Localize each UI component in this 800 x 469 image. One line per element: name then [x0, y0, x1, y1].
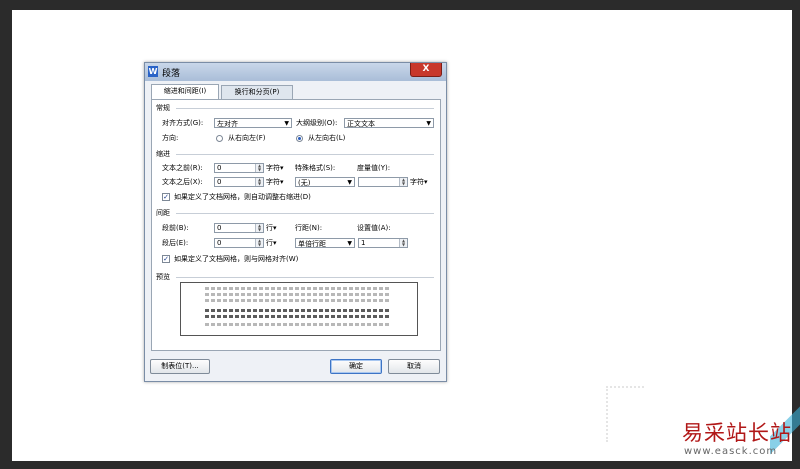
indent-after-unit[interactable]: 字符▾: [266, 177, 284, 187]
outline-label: 大纲级别(O):: [296, 119, 338, 127]
dropdown-arrow-icon: ▼: [284, 120, 289, 127]
watermark-site-name: 易采站长站: [682, 421, 792, 445]
tab-line-page-break[interactable]: 换行和分页(P): [221, 85, 293, 99]
indent-before-input[interactable]: 0 ▲ ▼: [214, 163, 264, 173]
indent-before-label: 文本之前(R):: [162, 164, 203, 172]
outline-select[interactable]: 正文文本 ▼: [344, 118, 434, 128]
divider: [176, 213, 434, 214]
ltr-radio[interactable]: [296, 135, 303, 142]
spinner-arrows-icon[interactable]: ▲ ▼: [255, 164, 263, 172]
line-spacing-value: 单倍行距: [298, 240, 326, 248]
dialog-title: 段落: [162, 69, 181, 79]
tab-stops-button[interactable]: 制表位(T)...: [150, 359, 210, 374]
cancel-button[interactable]: 取消: [388, 359, 440, 374]
space-after-label: 段后(E):: [162, 239, 189, 247]
watermark-url: www.easck.com: [684, 446, 778, 457]
preview-box: [180, 282, 418, 336]
indent-after-value: 0: [217, 178, 222, 186]
dropdown-arrow-icon: ▼: [347, 240, 352, 247]
paragraph-dialog: W 段落 X 缩进和间距(I) 换行和分页(P) 常规 对齐方式(G): 左对齐…: [144, 62, 447, 382]
screen-border-bottom: [0, 461, 800, 469]
space-before-label: 段前(B):: [162, 224, 189, 232]
measure-unit[interactable]: 字符▾: [410, 177, 428, 187]
spinner-arrows-icon[interactable]: ▲ ▼: [399, 239, 407, 247]
screen-border-left: [0, 0, 12, 469]
preview-text-line: [205, 287, 391, 290]
set-value-label: 设置值(A):: [357, 224, 391, 232]
indent-after-label: 文本之后(X):: [162, 178, 203, 186]
direction-label: 方向:: [162, 134, 179, 142]
snap-grid-checkbox[interactable]: ✓: [162, 255, 170, 263]
spinner-arrows-icon[interactable]: ▲ ▼: [255, 224, 263, 232]
watermark-glyph-icon: [606, 386, 644, 442]
preview-group-label: 预览: [156, 273, 170, 281]
space-before-value: 0: [217, 224, 222, 232]
screen-border-top: [0, 0, 800, 10]
screen-border-right: [792, 0, 800, 469]
tab-indent-spacing[interactable]: 缩进和间距(I): [151, 84, 219, 100]
divider: [176, 277, 434, 278]
general-group-label: 常规: [156, 104, 170, 112]
line-spacing-label: 行距(N):: [295, 224, 323, 232]
preview-text-line: [205, 315, 391, 318]
dialog-titlebar[interactable]: W 段落 X: [145, 63, 446, 81]
wps-writer-icon: W: [148, 66, 158, 77]
close-button[interactable]: X: [410, 63, 442, 77]
divider: [176, 154, 434, 155]
spinner-arrows-icon[interactable]: ▲ ▼: [255, 178, 263, 186]
preview-text-line: [205, 309, 391, 312]
indent-before-value: 0: [217, 164, 222, 172]
ok-button[interactable]: 确定: [330, 359, 382, 374]
space-after-value: 0: [217, 239, 222, 247]
special-format-value: (无): [298, 179, 311, 187]
auto-adjust-label: 如果定义了文档网格，则自动调整右缩进(D): [174, 193, 311, 201]
spinner-arrows-icon[interactable]: ▲ ▼: [399, 178, 407, 186]
auto-adjust-checkbox[interactable]: ✓: [162, 193, 170, 201]
align-value: 左对齐: [217, 120, 238, 128]
line-spacing-select[interactable]: 单倍行距 ▼: [295, 238, 355, 248]
dropdown-arrow-icon: ▼: [426, 120, 431, 127]
special-format-label: 特殊格式(S):: [295, 164, 336, 172]
special-format-select[interactable]: (无) ▼: [295, 177, 355, 187]
spinner-arrows-icon[interactable]: ▲ ▼: [255, 239, 263, 247]
set-value-value: 1: [361, 239, 366, 247]
preview-text-line: [205, 323, 391, 326]
divider: [176, 108, 434, 109]
space-before-input[interactable]: 0 ▲ ▼: [214, 223, 264, 233]
snap-grid-label: 如果定义了文档网格，则与网格对齐(W): [174, 255, 299, 263]
space-after-input[interactable]: 0 ▲ ▼: [214, 238, 264, 248]
dropdown-arrow-icon: ▼: [347, 179, 352, 186]
rtl-label: 从右向左(F): [228, 134, 266, 142]
measure-label: 度量值(Y):: [357, 164, 391, 172]
preview-text-line: [205, 299, 391, 302]
align-select[interactable]: 左对齐 ▼: [214, 118, 292, 128]
ltr-label: 从左向右(L): [308, 134, 346, 142]
spacing-group-label: 间距: [156, 209, 170, 217]
indent-after-input[interactable]: 0 ▲ ▼: [214, 177, 264, 187]
indent-before-unit[interactable]: 字符▾: [266, 163, 284, 173]
measure-input[interactable]: ▲ ▼: [358, 177, 408, 187]
rtl-radio[interactable]: [216, 135, 223, 142]
outline-value: 正文文本: [347, 120, 375, 128]
tab-panel: 常规 对齐方式(G): 左对齐 ▼ 大纲级别(O): 正文文本 ▼ 方向: 从右…: [151, 99, 441, 351]
preview-text-line: [205, 293, 391, 296]
indent-group-label: 缩进: [156, 150, 170, 158]
space-after-unit[interactable]: 行▾: [266, 238, 277, 248]
set-value-input[interactable]: 1 ▲ ▼: [358, 238, 408, 248]
align-label: 对齐方式(G):: [162, 119, 204, 127]
space-before-unit[interactable]: 行▾: [266, 223, 277, 233]
